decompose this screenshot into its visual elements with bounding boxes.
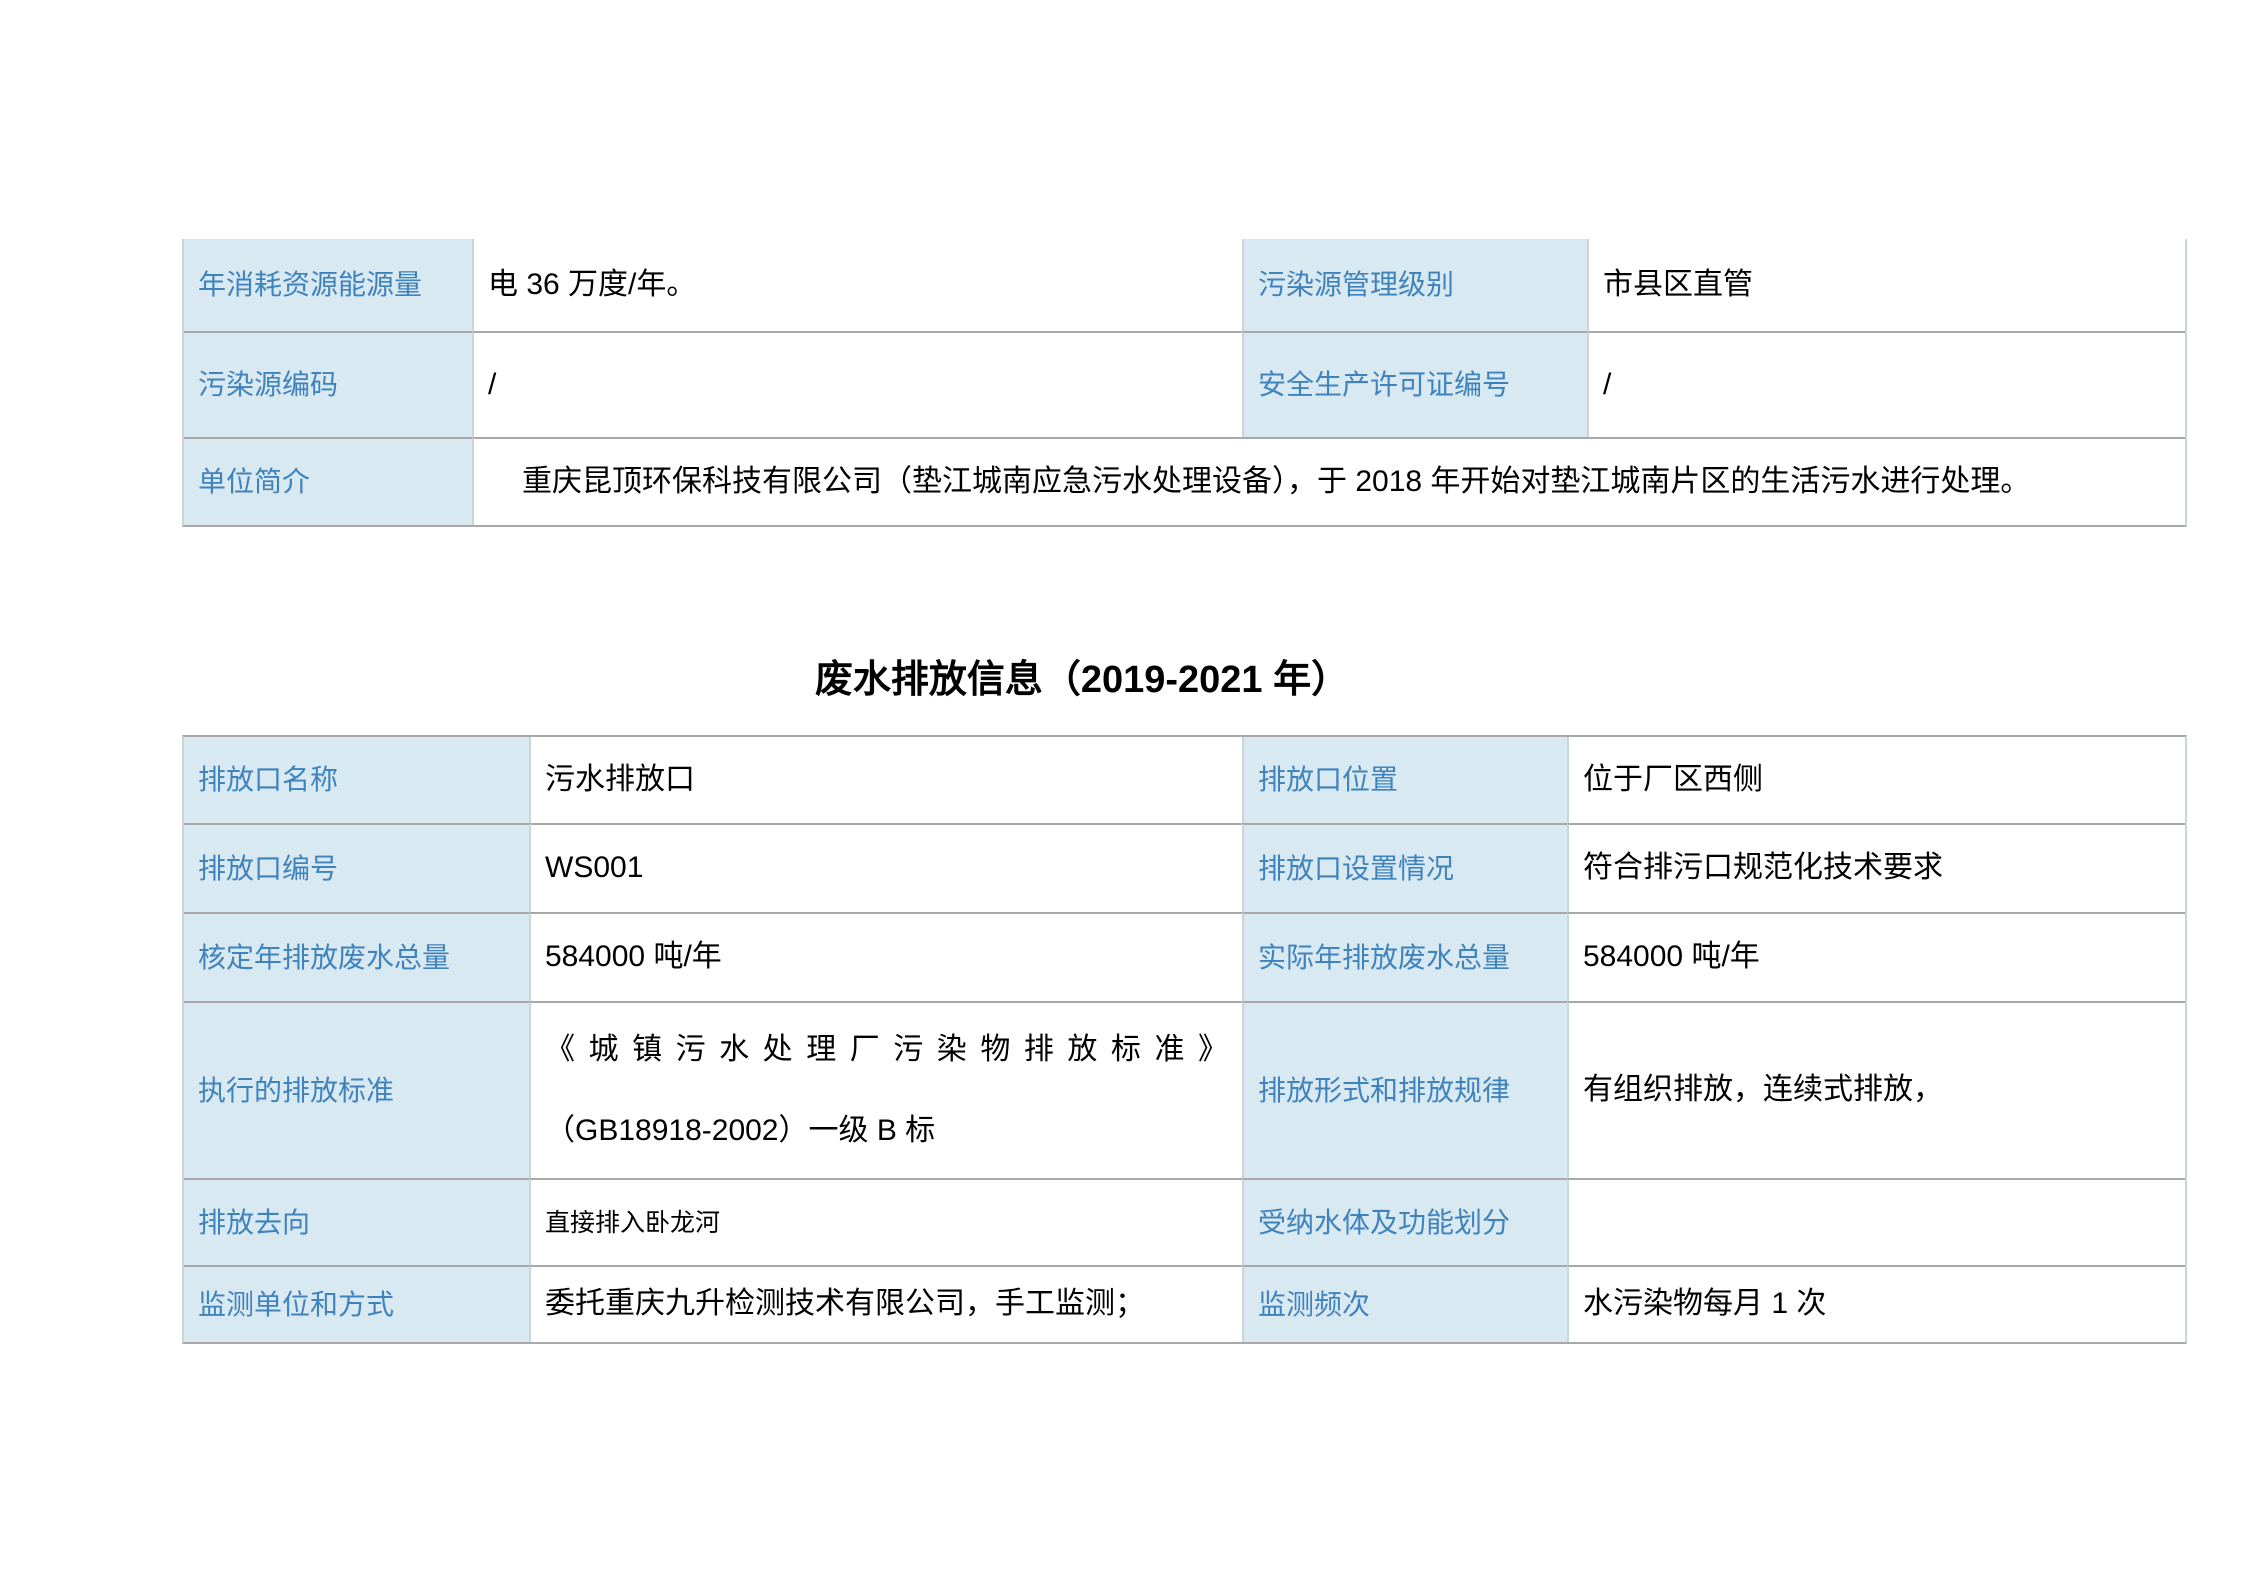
ww-row1-label1: 排放口名称: [184, 737, 529, 823]
ww-row3-label1: 核定年排放废水总量: [184, 912, 529, 1001]
facility-row1-value1: 电 36 万度/年。: [472, 239, 1242, 331]
ww-row2-value2: 符合排污口规范化技术要求: [1567, 823, 2185, 912]
facility-intro-label: 单位简介: [184, 437, 472, 525]
ww-row2-value1: WS001: [529, 823, 1242, 912]
facility-row2-label2: 安全生产许可证编号: [1242, 331, 1587, 437]
ww-row5-label1: 排放去向: [184, 1178, 529, 1265]
ww-row3-value1: 584000 吨/年: [529, 912, 1242, 1001]
ww-row3-label2: 实际年排放废水总量: [1242, 912, 1567, 1001]
ww-row1-value2: 位于厂区西侧: [1567, 737, 2185, 823]
ww-row3-value2: 584000 吨/年: [1567, 912, 2185, 1001]
facility-row1-label1: 年消耗资源能源量: [184, 239, 472, 331]
standard-code-line: （GB18918-2002）一级 B 标: [545, 1111, 1228, 1152]
facility-row1-label2: 污染源管理级别: [1242, 239, 1587, 331]
ww-row4-value1: 《城镇污水处理厂污染物排放标准》 （GB18918-2002）一级 B 标: [529, 1001, 1242, 1178]
facility-row1-value2: 市县区直管: [1587, 239, 2185, 331]
ww-row5-label2: 受纳水体及功能划分: [1242, 1178, 1567, 1265]
ww-row6-value1: 委托重庆九升检测技术有限公司，手工监测；: [529, 1265, 1242, 1342]
ww-row4-value2: 有组织排放，连续式排放，: [1567, 1001, 2185, 1178]
ww-row1-label2: 排放口位置: [1242, 737, 1567, 823]
facility-row2-value1: /: [472, 331, 1242, 437]
ww-row6-label1: 监测单位和方式: [184, 1265, 529, 1342]
ww-row6-label2: 监测频次: [1242, 1265, 1567, 1342]
standard-name-line: 《城镇污水处理厂污染物排放标准》: [545, 1030, 1228, 1071]
facility-row2-label1: 污染源编码: [184, 331, 472, 437]
facility-info-table: 年消耗资源能源量 电 36 万度/年。 污染源管理级别 市县区直管 污染源编码 …: [182, 239, 2187, 527]
facility-row2-value2: /: [1587, 331, 2185, 437]
document-page: 年消耗资源能源量 电 36 万度/年。 污染源管理级别 市县区直管 污染源编码 …: [0, 0, 2245, 1587]
ww-row4-label1: 执行的排放标准: [184, 1001, 529, 1178]
facility-intro-value: 重庆昆顶环保科技有限公司（垫江城南应急污水处理设备），于 2018 年开始对垫江…: [472, 437, 2185, 525]
ww-row4-label2: 排放形式和排放规律: [1242, 1001, 1567, 1178]
ww-row2-label2: 排放口设置情况: [1242, 823, 1567, 912]
section-title: 废水排放信息（2019-2021 年）: [182, 648, 1982, 703]
ww-row5-value1: 直接排入卧龙河: [529, 1178, 1242, 1265]
ww-row1-value1: 污水排放口: [529, 737, 1242, 823]
ww-row6-value2: 水污染物每月 1 次: [1567, 1265, 2185, 1342]
wastewater-info-table: 排放口名称 污水排放口 排放口位置 位于厂区西侧 排放口编号 WS001 排放口…: [182, 735, 2187, 1344]
ww-row2-label1: 排放口编号: [184, 823, 529, 912]
ww-row5-value2: [1567, 1178, 2185, 1265]
